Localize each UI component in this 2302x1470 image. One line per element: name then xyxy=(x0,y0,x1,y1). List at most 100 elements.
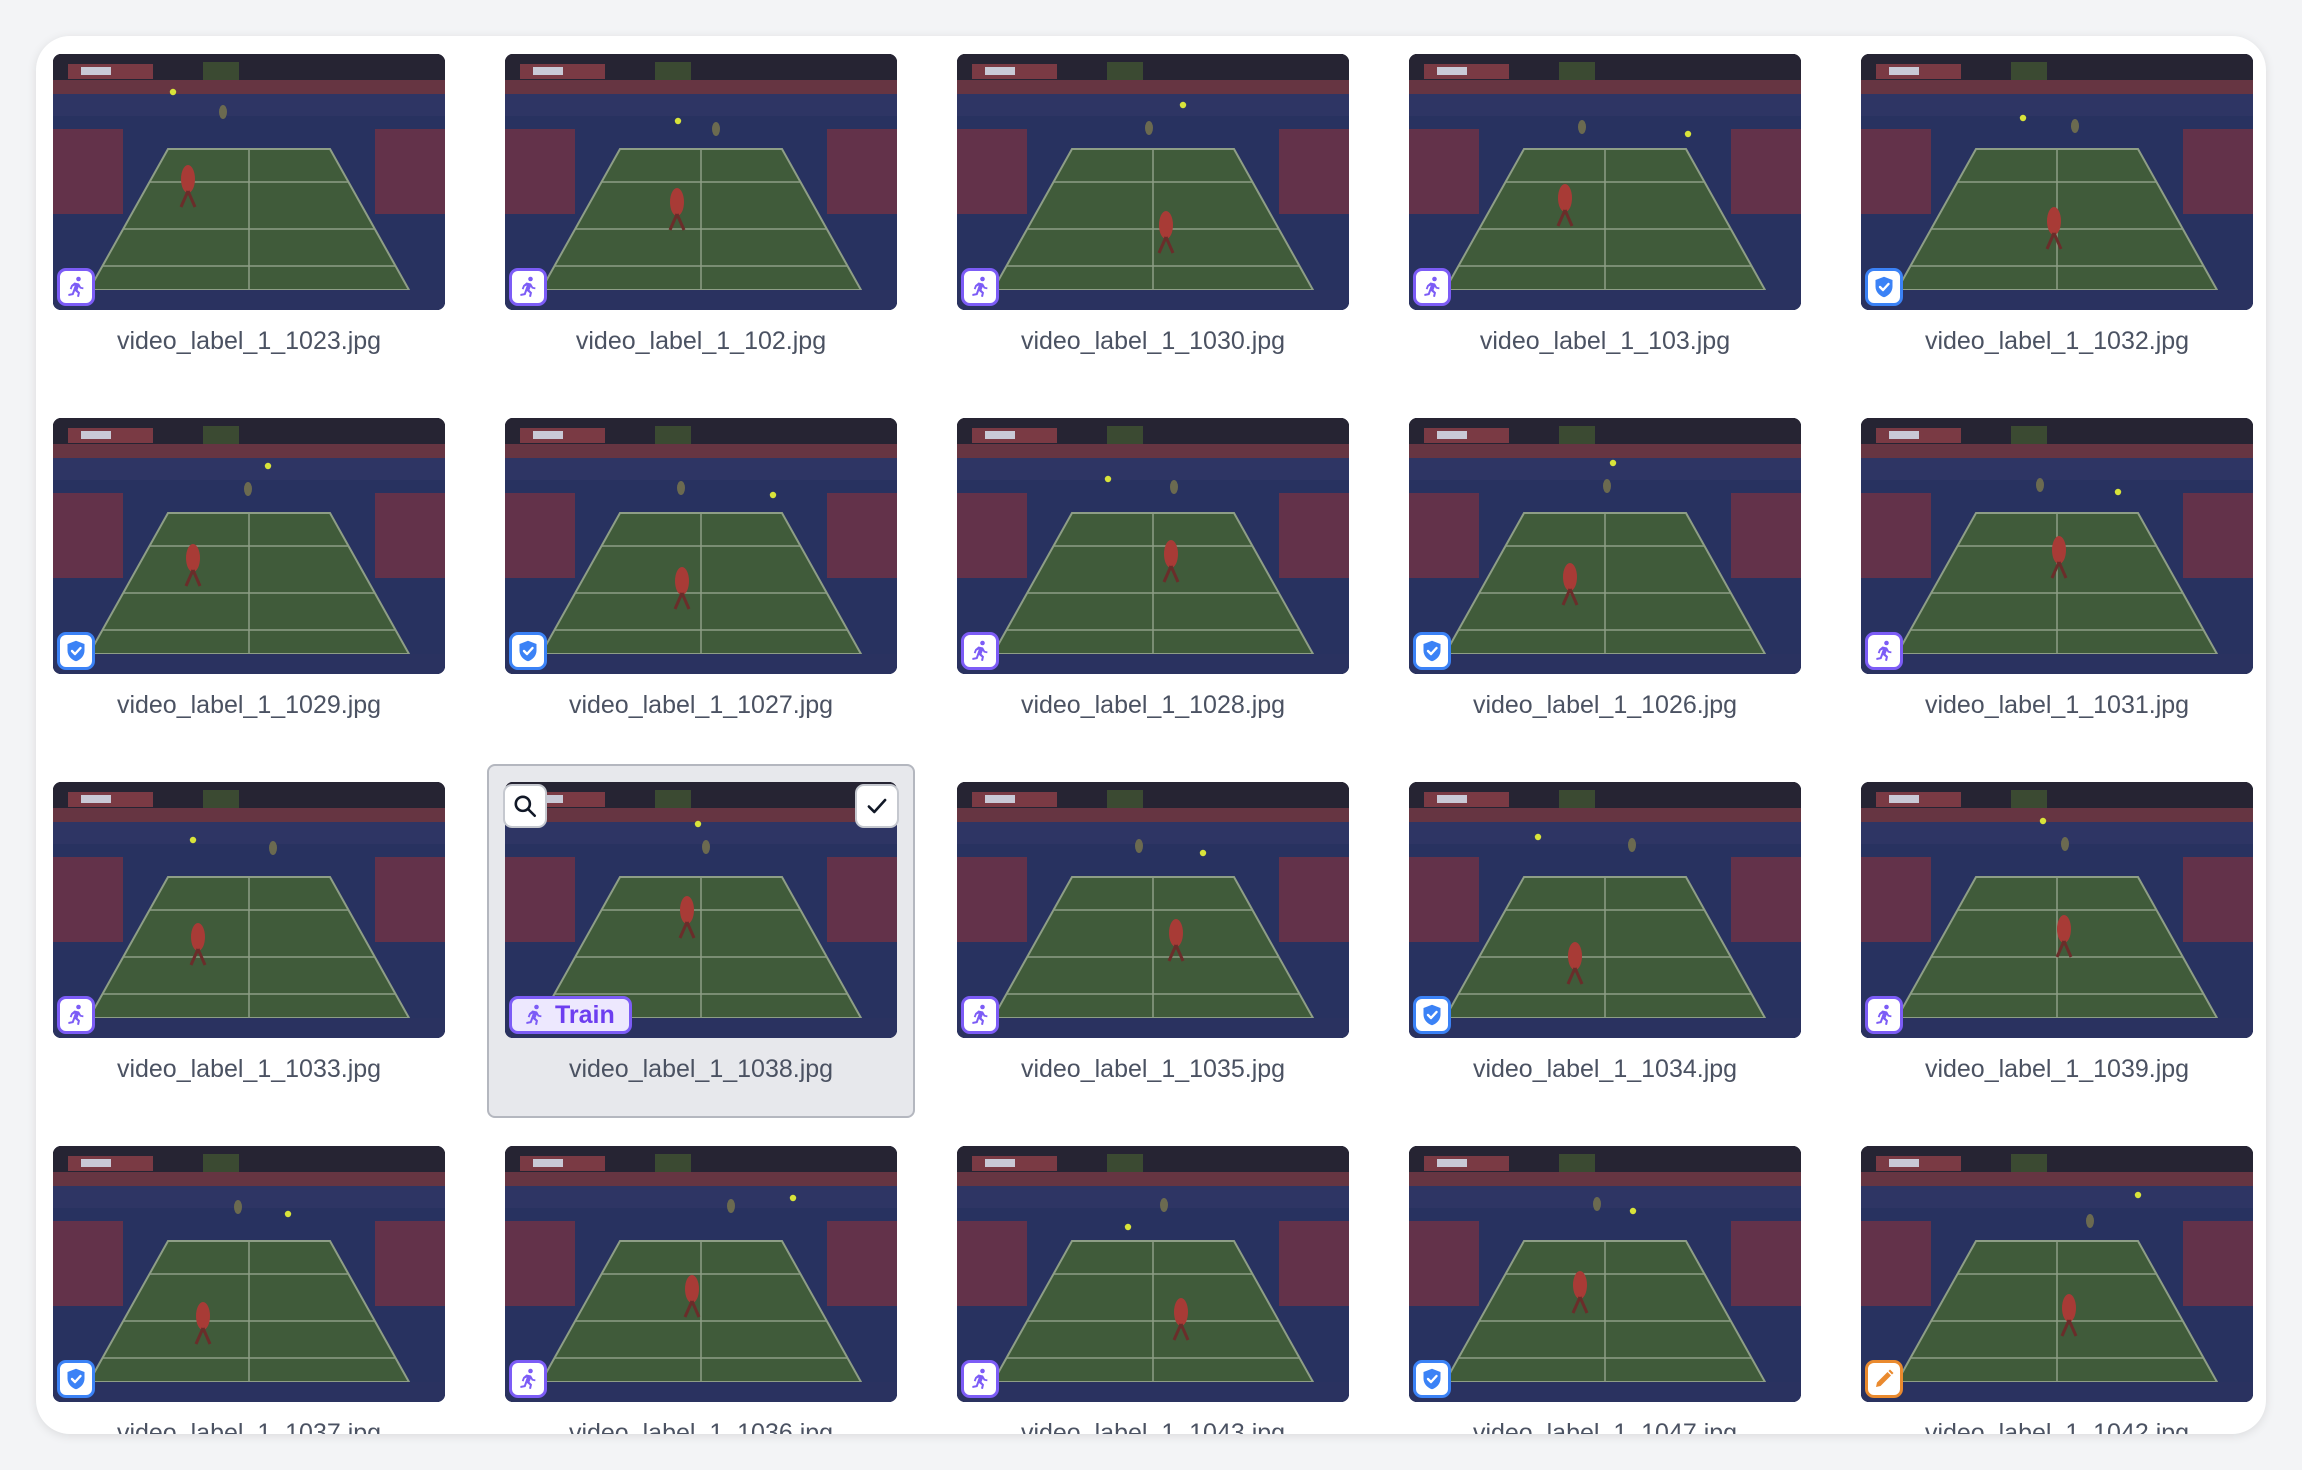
image-filename: video_label_1_1035.jpg xyxy=(1020,1055,1286,1083)
image-thumbnail[interactable] xyxy=(957,1146,1349,1402)
image-card[interactable]: video_label_1_1028.jpg xyxy=(957,418,1349,719)
validation-tag-badge[interactable] xyxy=(57,632,95,670)
run-icon xyxy=(1872,639,1896,663)
run-icon xyxy=(968,639,992,663)
image-filename: video_label_1_1032.jpg xyxy=(1924,327,2190,355)
train-tag-badge[interactable] xyxy=(57,996,95,1034)
run-icon xyxy=(968,1003,992,1027)
image-card-selected[interactable]: Train video_label_1_1038.jpg xyxy=(487,764,915,1118)
run-icon xyxy=(1420,275,1444,299)
image-card[interactable]: video_label_1_103.jpg xyxy=(1409,54,1801,355)
image-filename: video_label_1_1026.jpg xyxy=(1472,691,1738,719)
image-filename: video_label_1_1034.jpg xyxy=(1472,1055,1738,1083)
image-card[interactable]: video_label_1_1034.jpg xyxy=(1409,782,1801,1083)
train-tag-badge[interactable] xyxy=(509,1360,547,1398)
image-card[interactable]: video_label_1_1043.jpg xyxy=(957,1146,1349,1434)
validation-tag-badge[interactable] xyxy=(1413,996,1451,1034)
image-card[interactable]: video_label_1_1039.jpg xyxy=(1861,782,2253,1083)
image-filename: video_label_1_1036.jpg xyxy=(568,1419,834,1434)
search-icon xyxy=(512,793,538,819)
shield-check-icon xyxy=(516,639,540,663)
train-tag-badge[interactable] xyxy=(1865,996,1903,1034)
image-card[interactable]: video_label_1_1029.jpg xyxy=(53,418,445,719)
zoom-button[interactable] xyxy=(503,784,547,828)
validation-tag-badge[interactable] xyxy=(57,1360,95,1398)
shield-check-icon xyxy=(1420,1367,1444,1391)
image-thumbnail[interactable] xyxy=(505,1146,897,1402)
image-thumbnail[interactable] xyxy=(1861,782,2253,1038)
pencil-icon xyxy=(1872,1367,1896,1391)
image-thumbnail[interactable] xyxy=(957,418,1349,674)
validation-tag-badge[interactable] xyxy=(509,632,547,670)
image-card[interactable]: video_label_1_102.jpg xyxy=(505,54,897,355)
image-thumbnail[interactable] xyxy=(1409,1146,1801,1402)
check-icon xyxy=(864,793,890,819)
image-card[interactable]: video_label_1_1026.jpg xyxy=(1409,418,1801,719)
untagged-tag-badge[interactable] xyxy=(1865,1360,1903,1398)
image-card[interactable]: video_label_1_1035.jpg xyxy=(957,782,1349,1083)
image-filename: video_label_1_102.jpg xyxy=(575,327,827,355)
shield-check-icon xyxy=(1420,1003,1444,1027)
train-tag-badge[interactable] xyxy=(1865,632,1903,670)
image-card[interactable]: video_label_1_1036.jpg xyxy=(505,1146,897,1434)
image-thumbnail[interactable] xyxy=(505,418,897,674)
run-icon xyxy=(968,1367,992,1391)
image-thumbnail[interactable] xyxy=(505,54,897,310)
train-tag-badge[interactable] xyxy=(1413,268,1451,306)
validation-tag-badge[interactable] xyxy=(1413,1360,1451,1398)
image-filename: video_label_1_1029.jpg xyxy=(116,691,382,719)
image-thumbnail[interactable] xyxy=(53,54,445,310)
image-thumbnail[interactable] xyxy=(53,418,445,674)
image-filename: video_label_1_1027.jpg xyxy=(568,691,834,719)
train-tag-badge[interactable] xyxy=(57,268,95,306)
image-card[interactable]: video_label_1_1027.jpg xyxy=(505,418,897,719)
image-thumbnail[interactable] xyxy=(1861,54,2253,310)
image-card[interactable]: video_label_1_1033.jpg xyxy=(53,782,445,1083)
image-thumbnail[interactable] xyxy=(1409,418,1801,674)
run-icon xyxy=(64,1003,88,1027)
train-tag-badge[interactable]: Train xyxy=(509,996,632,1034)
image-thumbnail[interactable] xyxy=(53,782,445,1038)
image-filename: video_label_1_1030.jpg xyxy=(1020,327,1286,355)
image-filename: video_label_1_1047.jpg xyxy=(1472,1419,1738,1434)
run-icon xyxy=(64,275,88,299)
shield-check-icon xyxy=(1872,275,1896,299)
image-card[interactable]: video_label_1_1042.jpg xyxy=(1861,1146,2253,1434)
image-thumbnail[interactable] xyxy=(1861,418,2253,674)
train-tag-badge[interactable] xyxy=(961,1360,999,1398)
image-thumbnail[interactable] xyxy=(957,782,1349,1038)
shield-check-icon xyxy=(1420,639,1444,663)
train-tag-badge[interactable] xyxy=(961,996,999,1034)
run-icon xyxy=(522,1003,546,1027)
image-thumbnail[interactable] xyxy=(53,1146,445,1402)
image-filename: video_label_1_103.jpg xyxy=(1479,327,1731,355)
tag-label: Train xyxy=(555,1000,615,1029)
validation-tag-badge[interactable] xyxy=(1865,268,1903,306)
image-filename: video_label_1_1043.jpg xyxy=(1020,1419,1286,1434)
shield-check-icon xyxy=(64,639,88,663)
run-icon xyxy=(516,1367,540,1391)
image-filename: video_label_1_1042.jpg xyxy=(1924,1419,2190,1434)
validation-tag-badge[interactable] xyxy=(1413,632,1451,670)
image-card[interactable]: video_label_1_1037.jpg xyxy=(53,1146,445,1434)
image-filename: video_label_1_1037.jpg xyxy=(116,1419,382,1434)
select-checkbox[interactable] xyxy=(855,784,899,828)
shield-check-icon xyxy=(64,1367,88,1391)
image-card[interactable]: video_label_1_1030.jpg xyxy=(957,54,1349,355)
run-icon xyxy=(968,275,992,299)
run-icon xyxy=(1872,1003,1896,1027)
image-filename: video_label_1_1033.jpg xyxy=(116,1055,382,1083)
image-thumbnail[interactable] xyxy=(1861,1146,2253,1402)
image-thumbnail[interactable] xyxy=(1409,54,1801,310)
image-card[interactable]: video_label_1_1023.jpg xyxy=(53,54,445,355)
image-grid: video_label_1_1023.jpg video_label_1_102.… xyxy=(53,54,2253,1434)
image-thumbnail[interactable] xyxy=(1409,782,1801,1038)
train-tag-badge[interactable] xyxy=(509,268,547,306)
image-card[interactable]: video_label_1_1031.jpg xyxy=(1861,418,2253,719)
image-thumbnail[interactable] xyxy=(957,54,1349,310)
image-card[interactable]: video_label_1_1047.jpg xyxy=(1409,1146,1801,1434)
image-filename: video_label_1_1031.jpg xyxy=(1924,691,2190,719)
image-card[interactable]: video_label_1_1032.jpg xyxy=(1861,54,2253,355)
train-tag-badge[interactable] xyxy=(961,632,999,670)
train-tag-badge[interactable] xyxy=(961,268,999,306)
